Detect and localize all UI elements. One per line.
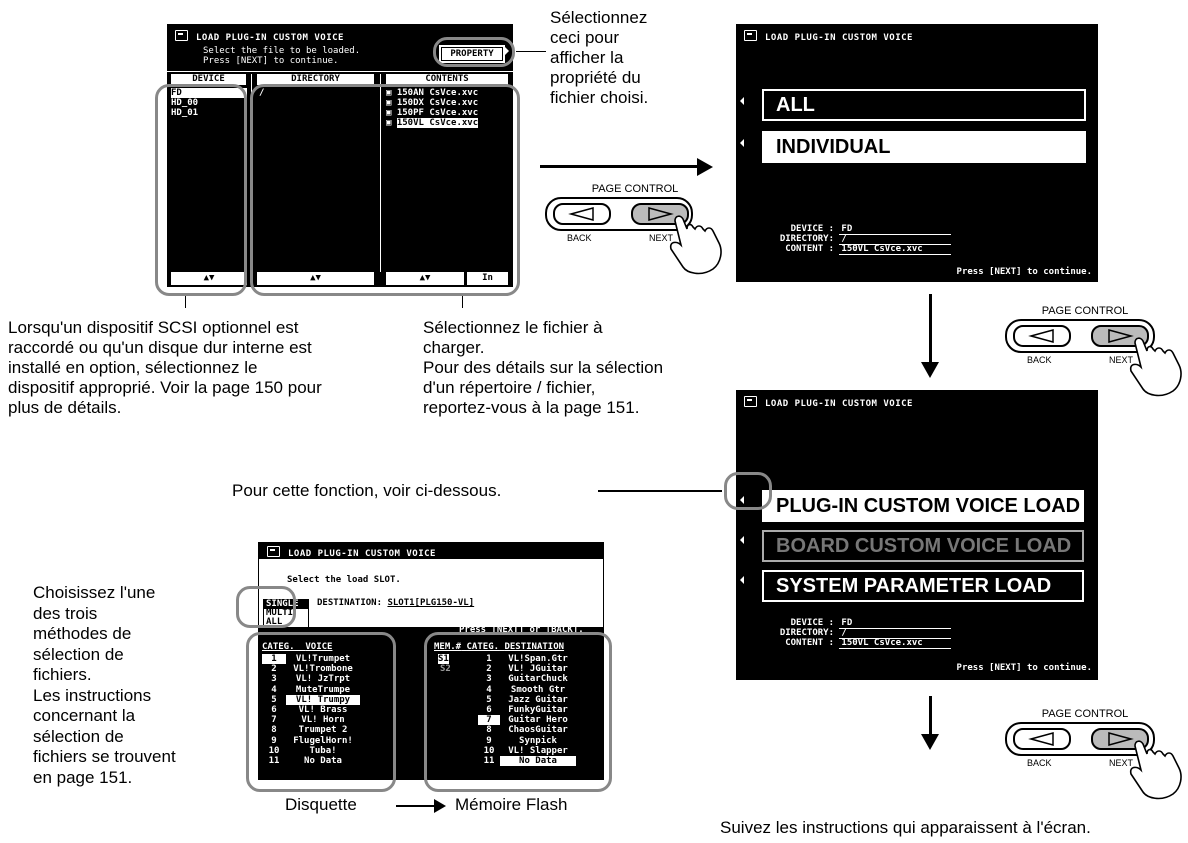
- back-button[interactable]: [553, 203, 611, 225]
- caption-methods: Choisissez l'une des trois méthodes de s…: [33, 583, 176, 787]
- callout-file-columns: [250, 84, 520, 296]
- caption-disk: Disquette: [285, 795, 357, 814]
- footer-instruction: Press [NEXT] to continue.: [956, 267, 1092, 277]
- disk-icon: [267, 546, 280, 557]
- pointing-hand-icon: [669, 215, 722, 275]
- instruction-line: Press [NEXT] to continue.: [203, 56, 339, 66]
- option-system-parameter-load[interactable]: SYSTEM PARAMETER LOAD: [762, 570, 1084, 602]
- screen-title: LOAD PLUG-IN CUSTOM VOICE: [744, 396, 913, 409]
- disk-icon: [744, 30, 757, 41]
- caption-function: Pour cette fonction, voir ci-dessous.: [232, 481, 502, 500]
- screen-title: LOAD PLUG-IN CUSTOM VOICE: [175, 30, 344, 43]
- info-content: CONTENT : 150VL CsVce.xvc: [772, 638, 952, 649]
- footer-instruction: Press [NEXT] to continue.: [956, 663, 1092, 673]
- page-control-panel: PAGE CONTROL BACK NEXT: [1005, 708, 1185, 808]
- arrow-down-icon: [929, 696, 932, 736]
- caption-property: Sélectionnez ceci pour afficher la propr…: [550, 8, 649, 107]
- back-button[interactable]: [1013, 325, 1071, 347]
- caption-flash: Mémoire Flash: [455, 795, 568, 814]
- page-control-panel: PAGE CONTROL BACK NEXT: [545, 183, 725, 283]
- instruction-line: Select the load SLOT.: [287, 575, 401, 585]
- option-individual[interactable]: INDIVIDUAL: [762, 131, 1086, 163]
- caption-follow: Suivez les instructions qui apparaissent…: [720, 818, 1091, 837]
- caption-device: Lorsqu'un dispositif SCSI optionnel est …: [8, 318, 322, 417]
- info-content: CONTENT : 150VL CsVce.xvc: [772, 244, 952, 255]
- callout-property: [433, 37, 515, 67]
- screen-load-type: LOAD PLUG-IN CUSTOM VOICE PLUG-IN CUSTOM…: [736, 390, 1098, 680]
- arrow-right-icon: [540, 165, 700, 168]
- arrow-right-icon: ➡: [402, 712, 419, 734]
- option-all[interactable]: ALL: [762, 89, 1086, 121]
- screen-load-mode: LOAD PLUG-IN CUSTOM VOICE ALL INDIVIDUAL…: [736, 24, 1098, 282]
- caption-file: Sélectionnez le fichier à charger. Pour …: [423, 318, 664, 417]
- screen-title: LOAD PLUG-IN CUSTOM VOICE: [267, 546, 436, 559]
- pointing-hand-icon: [1129, 337, 1182, 397]
- option-board-custom-voice-load[interactable]: BOARD CUSTOM VOICE LOAD: [762, 530, 1084, 562]
- disk-icon: [744, 396, 757, 407]
- option-plugin-custom-voice-load[interactable]: PLUG-IN CUSTOM VOICE LOAD: [762, 490, 1084, 522]
- back-button[interactable]: [1013, 728, 1071, 750]
- callout-mode-selector: [236, 586, 296, 628]
- callout-option-arrow: [724, 472, 772, 510]
- pointing-hand-icon: [1129, 740, 1182, 800]
- callout-device-column: [155, 84, 247, 296]
- destination[interactable]: DESTINATION: SLOT1[PLG150-VL]: [317, 598, 474, 609]
- callout-left-list: [246, 632, 396, 792]
- arrow-down-icon: [929, 294, 932, 364]
- disk-icon: [175, 30, 188, 41]
- screen-title: LOAD PLUG-IN CUSTOM VOICE: [744, 30, 913, 43]
- callout-right-list: [424, 632, 612, 792]
